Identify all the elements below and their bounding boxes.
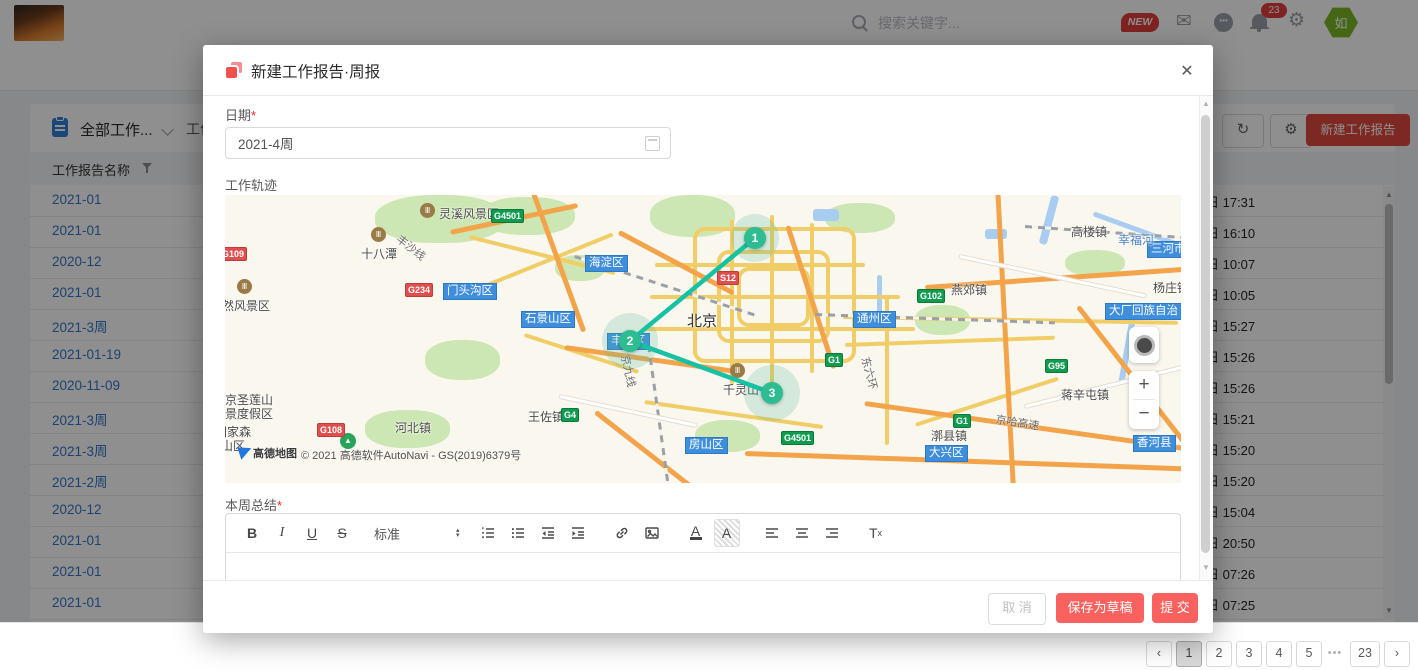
summary-label: 本周总结* [225,495,282,514]
submit-button[interactable]: 提 交 [1152,593,1198,623]
align-center-icon[interactable] [790,520,814,546]
track-marker-1[interactable]: 1 [744,227,766,249]
track-marker-2[interactable]: 2 [619,330,641,352]
date-label: 日期* [225,105,256,124]
calendar-icon[interactable] [645,136,660,151]
link-icon[interactable] [610,520,634,546]
page-prev-button[interactable]: ‹ [1146,641,1172,667]
close-icon[interactable]: ✕ [1175,60,1199,84]
outdent-icon[interactable] [536,520,560,546]
underline-button[interactable]: U [300,520,324,546]
required-mark: * [277,498,282,513]
page-button-2[interactable]: 2 [1206,641,1232,667]
page-button-5[interactable]: 5 [1296,641,1322,667]
align-left-icon[interactable] [760,520,784,546]
cancel-button[interactable]: 取 消 [988,593,1046,625]
map-locate-button[interactable] [1129,327,1159,363]
ordered-list-icon[interactable] [476,520,500,546]
map-copyright: © 2021 高德软件AutoNavi - GS(2019)6379号 [301,447,521,463]
scroll-down-icon[interactable]: ▼ [1202,563,1210,572]
strikethrough-button[interactable]: S [330,520,354,546]
report-icon [226,62,242,78]
screen: NEW ✉ 23 ⚙ 如 销售 首页 分析 经 全部工作... 工作报 ↻ ⚙ … [0,0,1418,670]
bold-button[interactable]: B [240,520,264,546]
page-button-3[interactable]: 3 [1236,641,1262,667]
scroll-up-icon[interactable]: ▲ [1202,99,1210,108]
track-label: 工作轨迹 [225,175,277,194]
required-mark: * [251,108,256,123]
locate-dot-icon [1134,335,1155,356]
paragraph-style-dropdown[interactable]: 标准 [374,520,432,546]
work-track-map[interactable]: 北京 海淀区 石景山区 门头沟区 通州区 丰台区 房山区 大兴区 三河市 大厂回… [225,195,1181,483]
font-color-button[interactable]: A [684,520,708,546]
zoom-in-button[interactable]: + [1129,371,1159,399]
track-polyline [225,195,1181,483]
page-ellipsis[interactable]: ••• [1324,641,1346,665]
clear-format-button[interactable]: Tx [864,520,888,546]
map-zoom-control: + − [1129,371,1159,429]
page-button-1[interactable]: 1 [1176,641,1202,667]
date-input[interactable] [225,127,671,159]
indent-icon[interactable] [566,520,590,546]
page-button-4[interactable]: 4 [1266,641,1292,667]
image-icon[interactable] [640,520,664,546]
modal-header: 新建工作报告·周报 ✕ [203,45,1213,96]
amap-logo-text: 高德地图 [253,445,297,461]
zoom-out-button[interactable]: − [1129,400,1159,428]
new-report-modal: 新建工作报告·周报 ✕ 日期* 工作轨迹 [203,45,1213,632]
save-draft-button[interactable]: 保存为草稿 [1056,593,1144,623]
editor-toolbar: B I U S 标准 ▴▾ A A Tx [226,514,1180,553]
align-right-icon[interactable] [820,520,844,546]
modal-scrollbar-thumb[interactable] [1201,115,1210,553]
page-next-button[interactable]: › [1384,641,1410,667]
highlight-color-button[interactable]: A [714,519,740,547]
track-marker-3[interactable]: 3 [761,382,783,404]
modal-footer: 取 消 保存为草稿 提 交 [203,580,1213,633]
page-button-23[interactable]: 23 [1350,641,1380,667]
line-height-button[interactable]: ▴▾ [456,528,460,538]
font-color-bar [690,537,702,540]
modal-title: 新建工作报告·周报 [251,60,380,82]
unordered-list-icon[interactable] [506,520,530,546]
italic-button[interactable]: I [270,520,294,546]
